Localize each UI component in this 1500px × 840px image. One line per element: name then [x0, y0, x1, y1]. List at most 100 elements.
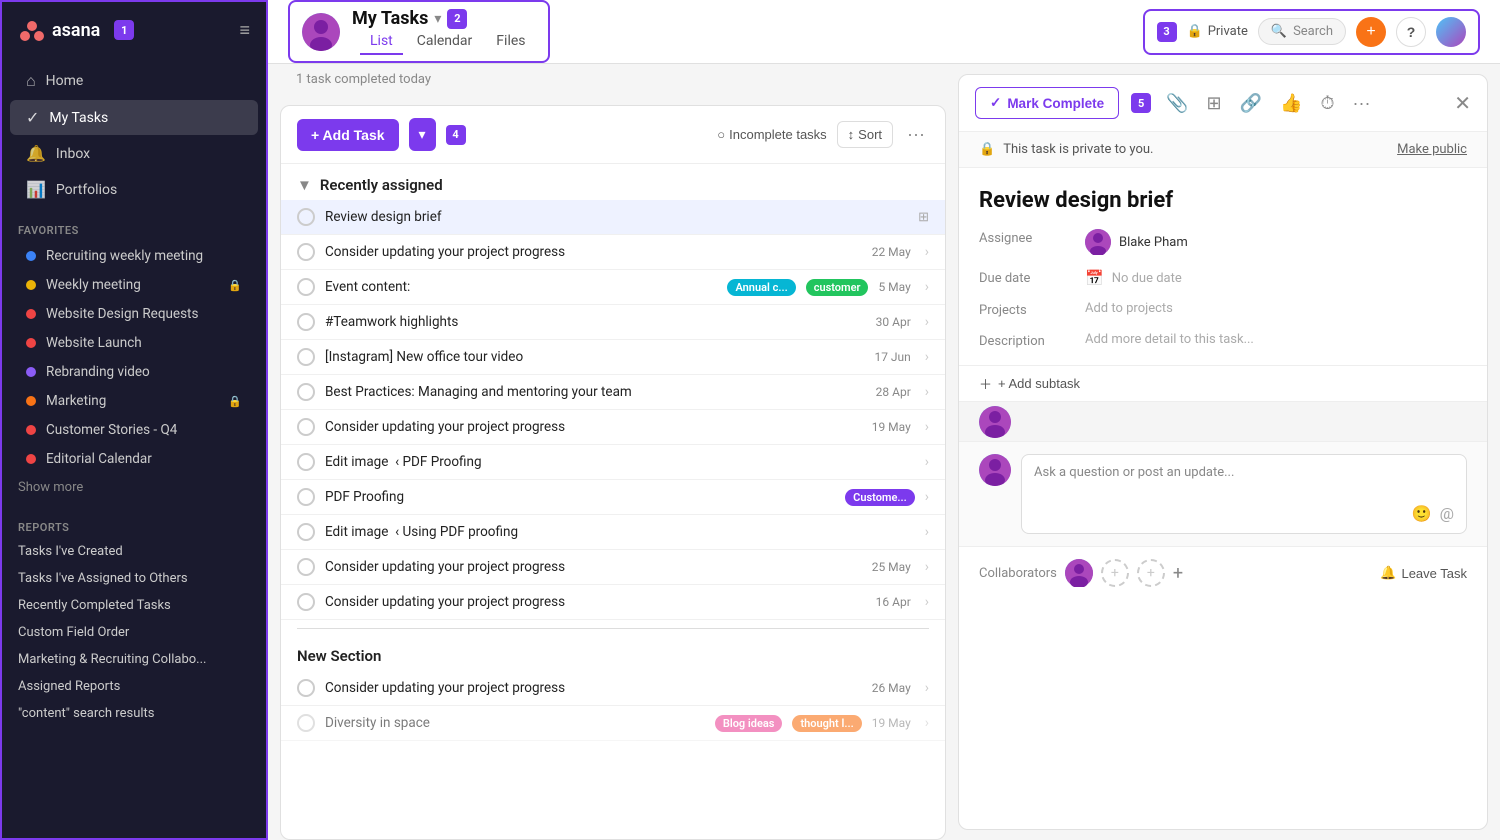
due-date-value[interactable]: 📅 No due date [1085, 269, 1467, 287]
task-row-review-design-brief[interactable]: Review design brief ⊞ [281, 200, 945, 235]
task-row-pdf-proofing[interactable]: PDF Proofing Custome... › [281, 480, 945, 515]
assignee-value[interactable]: Blake Pham [1085, 229, 1467, 255]
search-box[interactable]: 🔍 Search [1258, 18, 1346, 45]
task-check-consider-4[interactable] [297, 593, 315, 611]
task-row-event-content[interactable]: Event content: Annual c... customer 5 Ma… [281, 270, 945, 305]
task-check-teamwork[interactable] [297, 313, 315, 331]
task-check-instagram[interactable] [297, 348, 315, 366]
fav-editorial[interactable]: Editorial Calendar [10, 445, 258, 473]
tab-calendar[interactable]: Calendar [407, 29, 483, 55]
help-button[interactable]: ? [1396, 17, 1426, 47]
task-row-consider-1[interactable]: Consider updating your project progress … [281, 235, 945, 270]
completed-text: 1 task completed today [280, 64, 946, 95]
sidebar-header: asana 1 ≡ [2, 2, 266, 58]
task-check-review-design-brief[interactable] [297, 208, 315, 226]
timer-button[interactable]: ⏱ [1317, 93, 1337, 114]
task-name-instagram: [Instagram] New office tour video [325, 349, 864, 365]
more-options-button[interactable]: ··· [903, 124, 929, 145]
leave-task-button[interactable]: 🔔 Leave Task [1380, 565, 1467, 581]
fav-dot-recruiting [26, 251, 36, 261]
report-recently-completed[interactable]: Recently Completed Tasks [2, 592, 266, 619]
task-check-consider-5[interactable] [297, 679, 315, 697]
task-name-consider-1: Consider updating your project progress [325, 244, 862, 260]
incomplete-label: Incomplete tasks [729, 127, 827, 142]
show-more-btn[interactable]: Show more [2, 474, 266, 501]
collab-add-button[interactable]: + [1173, 563, 1183, 584]
task-row-consider-5[interactable]: Consider updating your project progress … [281, 671, 945, 706]
tag-blog-ideas: Blog ideas [715, 715, 783, 732]
tab-files[interactable]: Files [486, 29, 535, 55]
sort-button[interactable]: ↕ Sort [837, 121, 893, 148]
chevron-down-icon[interactable]: ▾ [434, 11, 441, 27]
chevron-right-icon: › [925, 489, 929, 505]
report-marketing-recruiting[interactable]: Marketing & Recruiting Collabo... [2, 646, 266, 673]
portfolios-icon: 📊 [26, 180, 46, 199]
add-task-dropdown-button[interactable]: ▾ [409, 118, 436, 151]
due-date-field-row: Due date 📅 No due date [979, 269, 1467, 287]
more-detail-button[interactable]: ··· [1350, 93, 1374, 114]
report-custom-field[interactable]: Custom Field Order [2, 619, 266, 646]
add-button[interactable]: + [1356, 17, 1386, 47]
main-nav: ⌂ Home ✓ My Tasks 🔔 Inbox 📊 Portfolios [2, 58, 266, 212]
tab-list[interactable]: List [360, 29, 403, 55]
task-check-consider-1[interactable] [297, 243, 315, 261]
fav-weekly[interactable]: Weekly meeting 🔒 [10, 271, 258, 299]
task-row-consider-4[interactable]: Consider updating your project progress … [281, 585, 945, 620]
collapse-icon[interactable]: ▼ [297, 176, 312, 194]
task-check-event-content[interactable] [297, 278, 315, 296]
assignee-label: Assignee [979, 229, 1069, 246]
task-row-instagram[interactable]: [Instagram] New office tour video 17 Jun… [281, 340, 945, 375]
fav-rebranding[interactable]: Rebranding video [10, 358, 258, 386]
topbar-profile-area: My Tasks ▾ 2 List Calendar Files [288, 0, 550, 63]
subtask-button[interactable]: ⊞ [1204, 93, 1225, 114]
task-row-best-practices[interactable]: Best Practices: Managing and mentoring y… [281, 375, 945, 410]
add-subtask-button[interactable]: ＋ + Add subtask [959, 365, 1487, 401]
at-mention-icon[interactable]: @ [1440, 504, 1454, 523]
fav-label-website-launch: Website Launch [46, 335, 142, 351]
nav-inbox[interactable]: 🔔 Inbox [10, 136, 258, 171]
report-tasks-assigned[interactable]: Tasks I've Assigned to Others [2, 565, 266, 592]
fav-marketing[interactable]: Marketing 🔒 [10, 387, 258, 415]
like-button[interactable]: 👍 [1277, 93, 1305, 114]
add-task-button[interactable]: + Add Task [297, 119, 399, 151]
nav-portfolios[interactable]: 📊 Portfolios [10, 172, 258, 207]
mark-complete-button[interactable]: ✓ Mark Complete [975, 87, 1119, 119]
incomplete-tasks-button[interactable]: ○ Incomplete tasks [717, 127, 826, 142]
description-label: Description [979, 332, 1069, 349]
projects-value[interactable]: Add to projects [1085, 301, 1467, 316]
emoji-smile-icon[interactable]: 🙂 [1412, 504, 1432, 523]
task-row-diversity[interactable]: Diversity in space Blog ideas thought l.… [281, 706, 945, 741]
task-check-consider-3[interactable] [297, 558, 315, 576]
fav-website-design[interactable]: Website Design Requests [10, 300, 258, 328]
task-row-edit-image-using[interactable]: Edit image ‹ Using PDF proofing › [281, 515, 945, 550]
report-tasks-created[interactable]: Tasks I've Created [2, 538, 266, 565]
report-content-search[interactable]: "content" search results [2, 700, 266, 727]
comment-input-box[interactable]: Ask a question or post an update... 🙂 @ [1021, 454, 1467, 534]
attachment-button[interactable]: 📎 [1163, 93, 1191, 114]
link-button[interactable]: 🔗 [1237, 93, 1265, 114]
fav-recruiting[interactable]: Recruiting weekly meeting [10, 242, 258, 270]
fav-dot-weekly [26, 280, 36, 290]
description-value[interactable]: Add more detail to this task... [1085, 332, 1467, 347]
task-check-consider-2[interactable] [297, 418, 315, 436]
task-name-teamwork: #Teamwork highlights [325, 314, 866, 330]
close-detail-button[interactable]: ✕ [1454, 91, 1471, 116]
task-row-consider-2[interactable]: Consider updating your project progress … [281, 410, 945, 445]
hamburger-icon[interactable]: ≡ [239, 20, 250, 41]
task-row-edit-image-pdf[interactable]: Edit image ‹ PDF Proofing › [281, 445, 945, 480]
task-row-teamwork[interactable]: #Teamwork highlights 30 Apr › [281, 305, 945, 340]
make-public-link[interactable]: Make public [1397, 142, 1467, 157]
task-check-diversity[interactable] [297, 714, 315, 732]
nav-home[interactable]: ⌂ Home [10, 63, 258, 99]
report-assigned-reports[interactable]: Assigned Reports [2, 673, 266, 700]
task-check-best-practices[interactable] [297, 383, 315, 401]
user-avatar-topbar[interactable] [1436, 17, 1466, 47]
fav-customer-stories[interactable]: Customer Stories - Q4 [10, 416, 258, 444]
task-check-edit-image-using[interactable] [297, 523, 315, 541]
nav-my-tasks[interactable]: ✓ My Tasks [10, 100, 258, 135]
task-check-edit-image-pdf[interactable] [297, 453, 315, 471]
task-row-consider-3[interactable]: Consider updating your project progress … [281, 550, 945, 585]
fav-website-launch[interactable]: Website Launch [10, 329, 258, 357]
comment-user-avatar [979, 454, 1011, 486]
task-check-pdf-proofing[interactable] [297, 488, 315, 506]
